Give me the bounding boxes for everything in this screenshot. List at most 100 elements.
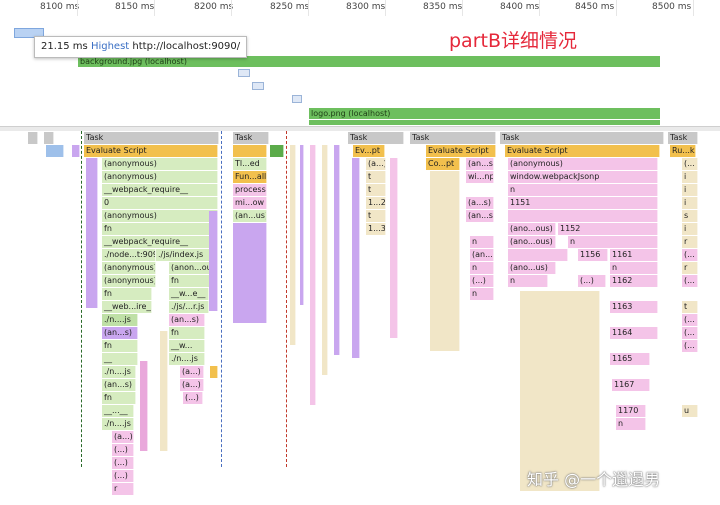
flame-block[interactable] (72, 145, 80, 157)
task-block[interactable]: Task (233, 132, 269, 144)
flame-block[interactable]: (...) (112, 444, 134, 456)
flame-block[interactable]: __webpack_require__ (102, 236, 218, 248)
flame-block[interactable]: (anonymous) (102, 275, 156, 287)
flame-block[interactable] (86, 158, 98, 308)
flame-block[interactable] (520, 291, 600, 491)
flame-block[interactable]: 1167 (612, 379, 650, 391)
flame-block[interactable]: 1162 (610, 275, 658, 287)
flame-block[interactable]: i (682, 223, 698, 235)
flame-block[interactable] (322, 145, 328, 375)
flame-block[interactable]: (an...s) (466, 158, 494, 170)
evaluate-script-block[interactable]: Ev...pt (353, 145, 385, 157)
flame-block[interactable] (140, 361, 148, 451)
flame-block[interactable]: n (616, 418, 646, 430)
flame-block[interactable]: 1...2 (366, 197, 386, 209)
flame-block[interactable]: (a...s) (466, 197, 494, 209)
flame-block[interactable]: __ (102, 353, 138, 365)
network-request-logo[interactable]: logo.png (localhost) (309, 108, 660, 119)
flame-block[interactable]: n (470, 288, 494, 300)
flame-block[interactable]: __w... (169, 340, 205, 352)
task-block[interactable] (28, 132, 38, 144)
flame-block[interactable]: (ano...ous) (508, 223, 556, 235)
flame-block[interactable] (390, 158, 398, 338)
flame-block[interactable]: 0 (102, 197, 218, 209)
flame-block[interactable]: (...) (183, 392, 203, 404)
flame-block[interactable] (508, 249, 568, 261)
task-block[interactable]: Task (410, 132, 496, 144)
flame-block[interactable]: (an...s) (470, 249, 494, 261)
flame-block[interactable]: (ano...us) (508, 262, 556, 274)
flame-block[interactable]: __web...ire__ (102, 301, 152, 313)
flame-block[interactable]: 1...3 (366, 223, 386, 235)
flame-block[interactable]: t (366, 210, 386, 222)
flame-block[interactable] (334, 145, 340, 355)
flame-block[interactable]: 1156 (578, 249, 608, 261)
flame-block[interactable]: fn (102, 288, 152, 300)
flame-block[interactable]: ./n....js (102, 418, 134, 430)
flame-block[interactable]: Tl...ed (233, 158, 267, 170)
flame-block[interactable]: (... (682, 340, 698, 352)
flame-block[interactable]: n (470, 236, 494, 248)
flame-block[interactable]: (a...) (366, 158, 386, 170)
flame-block[interactable]: n (610, 262, 658, 274)
flame-block[interactable]: mi...ow (233, 197, 267, 209)
flame-block[interactable]: (ano...ous) (508, 236, 556, 248)
flame-block[interactable]: t (682, 301, 698, 313)
flame-block[interactable]: (an...s) (102, 327, 138, 339)
task-block[interactable]: Task (348, 132, 404, 144)
flame-block[interactable] (233, 145, 267, 157)
task-block[interactable] (44, 132, 54, 144)
flame-block[interactable]: ./js/...r.js (169, 301, 209, 313)
flame-block[interactable] (508, 210, 658, 222)
flame-block[interactable]: i (682, 171, 698, 183)
flame-block[interactable] (290, 145, 296, 345)
task-block[interactable]: Task (668, 132, 698, 144)
flame-block[interactable]: Co...pt (426, 158, 460, 170)
flame-block[interactable]: i (682, 197, 698, 209)
flame-block[interactable]: t (366, 171, 386, 183)
flame-block[interactable]: t (366, 184, 386, 196)
flame-block[interactable]: (...) (112, 470, 134, 482)
flame-block[interactable] (300, 145, 304, 305)
task-block[interactable]: Task (500, 132, 664, 144)
flame-block[interactable]: ./n....js (169, 353, 205, 365)
flame-block[interactable]: (an...s) (102, 379, 136, 391)
flame-block[interactable]: (...) (470, 275, 494, 287)
flame-block[interactable]: (anonymous) (102, 262, 156, 274)
flame-block[interactable]: (a...) (180, 366, 204, 378)
flame-block[interactable]: 1152 (558, 223, 658, 235)
flame-block[interactable] (233, 223, 267, 323)
flame-block[interactable] (310, 145, 316, 405)
flame-block[interactable] (352, 158, 360, 358)
network-request[interactable] (252, 82, 264, 90)
flame-block[interactable]: r (682, 262, 698, 274)
flame-block[interactable]: 1151 (508, 197, 658, 209)
flame-block[interactable]: Ru...ks (670, 145, 696, 157)
flame-block[interactable]: n (568, 236, 658, 248)
flame-block[interactable]: __webpack_require__ (102, 184, 218, 196)
flame-block[interactable]: r (682, 236, 698, 248)
flame-block[interactable]: 1165 (610, 353, 650, 365)
flame-block[interactable]: (... (682, 275, 698, 287)
flame-block[interactable]: 1161 (610, 249, 658, 261)
flame-block[interactable]: n (470, 262, 494, 274)
network-request[interactable] (238, 69, 250, 77)
flame-block[interactable]: ./node...t:9090 (102, 249, 156, 261)
flame-block[interactable]: (a...) (180, 379, 204, 391)
network-request[interactable] (292, 95, 302, 103)
flame-block[interactable] (430, 171, 460, 351)
flame-block[interactable]: i (682, 184, 698, 196)
flame-block[interactable] (209, 211, 218, 311)
flame-block[interactable]: (... (682, 327, 698, 339)
evaluate-script-block[interactable]: Evaluate Script (426, 145, 496, 157)
flame-block[interactable]: n (508, 184, 658, 196)
flame-block[interactable]: (... (682, 314, 698, 326)
flame-block[interactable]: __...__ (102, 405, 134, 417)
flame-block[interactable]: 1163 (610, 301, 658, 313)
flame-block[interactable]: (anonymous) (102, 158, 218, 170)
flame-block[interactable]: (an...us) (233, 210, 267, 222)
flame-block[interactable]: (... (682, 249, 698, 261)
flame-block[interactable] (46, 145, 64, 157)
flame-block[interactable]: (an...s) (466, 210, 494, 222)
flame-block[interactable] (270, 145, 284, 157)
